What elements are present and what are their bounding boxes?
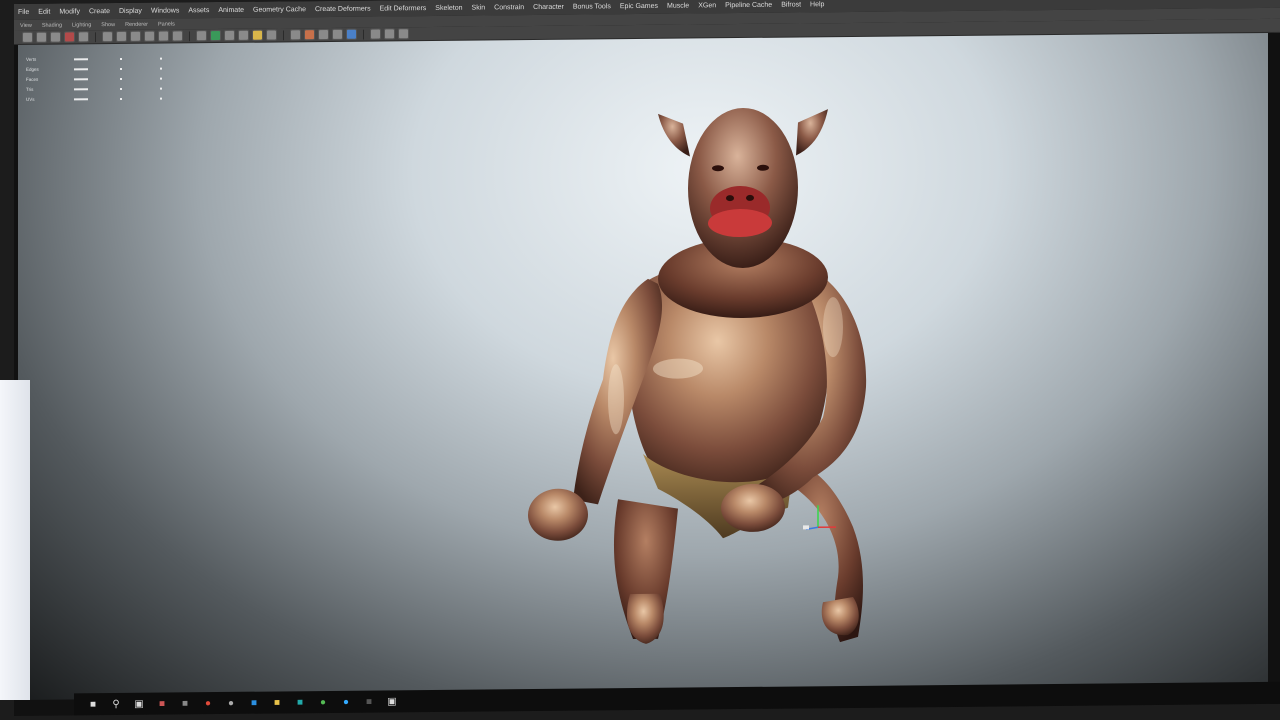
menu-help[interactable]: Help <box>810 1 824 8</box>
shadows-icon[interactable] <box>266 29 277 41</box>
select-camera-icon[interactable] <box>22 31 33 43</box>
gamma-icon[interactable] <box>384 28 395 40</box>
pig-creature-model[interactable] <box>18 33 1268 700</box>
photoshop-icon[interactable]: ■ <box>247 696 261 710</box>
grid-icon[interactable] <box>78 31 89 43</box>
wireframe-icon[interactable] <box>196 30 207 42</box>
gate-mask-icon[interactable] <box>130 30 141 42</box>
menu-display[interactable]: Display <box>119 7 142 14</box>
menu-bonus-tools[interactable]: Bonus Tools <box>573 3 611 10</box>
field-chart-icon[interactable] <box>144 30 155 42</box>
toolbar-divider <box>189 30 190 41</box>
menu-file[interactable]: File <box>18 8 29 15</box>
monitor-glare <box>0 380 30 700</box>
windows-start-icon[interactable]: ■ <box>86 697 100 711</box>
panel-menu-lighting[interactable]: Lighting <box>72 22 91 28</box>
camera-attributes-icon[interactable] <box>36 31 47 43</box>
isolate-select-icon[interactable] <box>370 28 381 40</box>
wireframe-on-shaded-icon[interactable] <box>224 29 235 41</box>
smooth-shade-icon[interactable] <box>210 30 221 42</box>
app-icon-2[interactable]: ■ <box>178 696 192 710</box>
menu-edit[interactable]: Edit <box>38 8 50 15</box>
panel-menu-panels[interactable]: Panels <box>158 21 175 27</box>
menu-create-deformers[interactable]: Create Deformers <box>315 5 371 13</box>
resolution-gate-icon[interactable] <box>116 30 127 43</box>
chrome-icon[interactable]: ● <box>201 696 215 710</box>
safe-action-icon[interactable] <box>158 30 169 42</box>
menu-character[interactable]: Character <box>533 3 564 10</box>
menu-animate[interactable]: Animate <box>218 6 244 13</box>
panel-menu-show[interactable]: Show <box>101 22 115 28</box>
app-icon-1[interactable]: ■ <box>155 697 169 711</box>
app-icon-6[interactable]: ● <box>339 695 353 709</box>
maya-window: File Edit Modify Create Display Windows … <box>14 0 1280 716</box>
task-view-icon[interactable]: ▣ <box>132 697 146 711</box>
panel-menu-renderer[interactable]: Renderer <box>125 21 148 27</box>
toolbar-divider <box>363 29 364 40</box>
film-gate-icon[interactable] <box>102 31 113 43</box>
menu-geometry-cache[interactable]: Geometry Cache <box>253 6 306 14</box>
perspective-viewport[interactable]: Verts Edges Faces Tris UVs <box>18 32 1268 700</box>
motion-blur-icon[interactable] <box>332 28 343 40</box>
app-icon-4[interactable]: ■ <box>293 695 307 709</box>
menu-windows[interactable]: Windows <box>151 7 179 14</box>
app-icon-3[interactable]: ● <box>224 696 238 710</box>
menu-assets[interactable]: Assets <box>188 7 209 14</box>
menu-edit-deformers[interactable]: Edit Deformers <box>380 5 427 12</box>
bookmark-icon[interactable] <box>50 31 61 43</box>
panel-menu-view[interactable]: View <box>20 22 32 28</box>
menu-xgen[interactable]: XGen <box>698 2 716 9</box>
app-icon-7[interactable]: ■ <box>362 695 376 709</box>
folder-icon[interactable]: ■ <box>270 695 284 709</box>
toolbar-divider <box>283 29 284 40</box>
use-all-lights-icon[interactable] <box>252 29 263 41</box>
toolbar-divider <box>95 31 96 42</box>
maya-icon[interactable]: ▣ <box>385 694 399 708</box>
color-management-icon[interactable] <box>398 28 409 40</box>
menu-create[interactable]: Create <box>89 8 110 15</box>
image-plane-icon[interactable] <box>64 31 75 43</box>
panel-menu-shading[interactable]: Shading <box>42 22 62 28</box>
xray-icon[interactable] <box>290 29 301 41</box>
menu-constrain[interactable]: Constrain <box>494 4 524 11</box>
xray-joints-icon[interactable] <box>304 29 315 41</box>
menu-skin[interactable]: Skin <box>472 4 486 11</box>
menu-skeleton[interactable]: Skeleton <box>435 4 462 11</box>
menu-bifrost[interactable]: Bifrost <box>781 1 801 8</box>
safe-title-icon[interactable] <box>172 30 183 42</box>
menu-epic-games[interactable]: Epic Games <box>620 2 658 9</box>
menu-modify[interactable]: Modify <box>59 8 80 15</box>
ambient-occlusion-icon[interactable] <box>318 28 329 41</box>
search-icon[interactable]: ⚲ <box>109 697 123 711</box>
menu-pipeline-cache[interactable]: Pipeline Cache <box>725 1 772 8</box>
textured-icon[interactable] <box>238 29 249 41</box>
antialiasing-icon[interactable] <box>346 28 357 40</box>
menu-muscle[interactable]: Muscle <box>667 2 689 9</box>
app-icon-5[interactable]: ● <box>316 695 330 709</box>
transform-gizmo-icon[interactable] <box>798 497 838 537</box>
